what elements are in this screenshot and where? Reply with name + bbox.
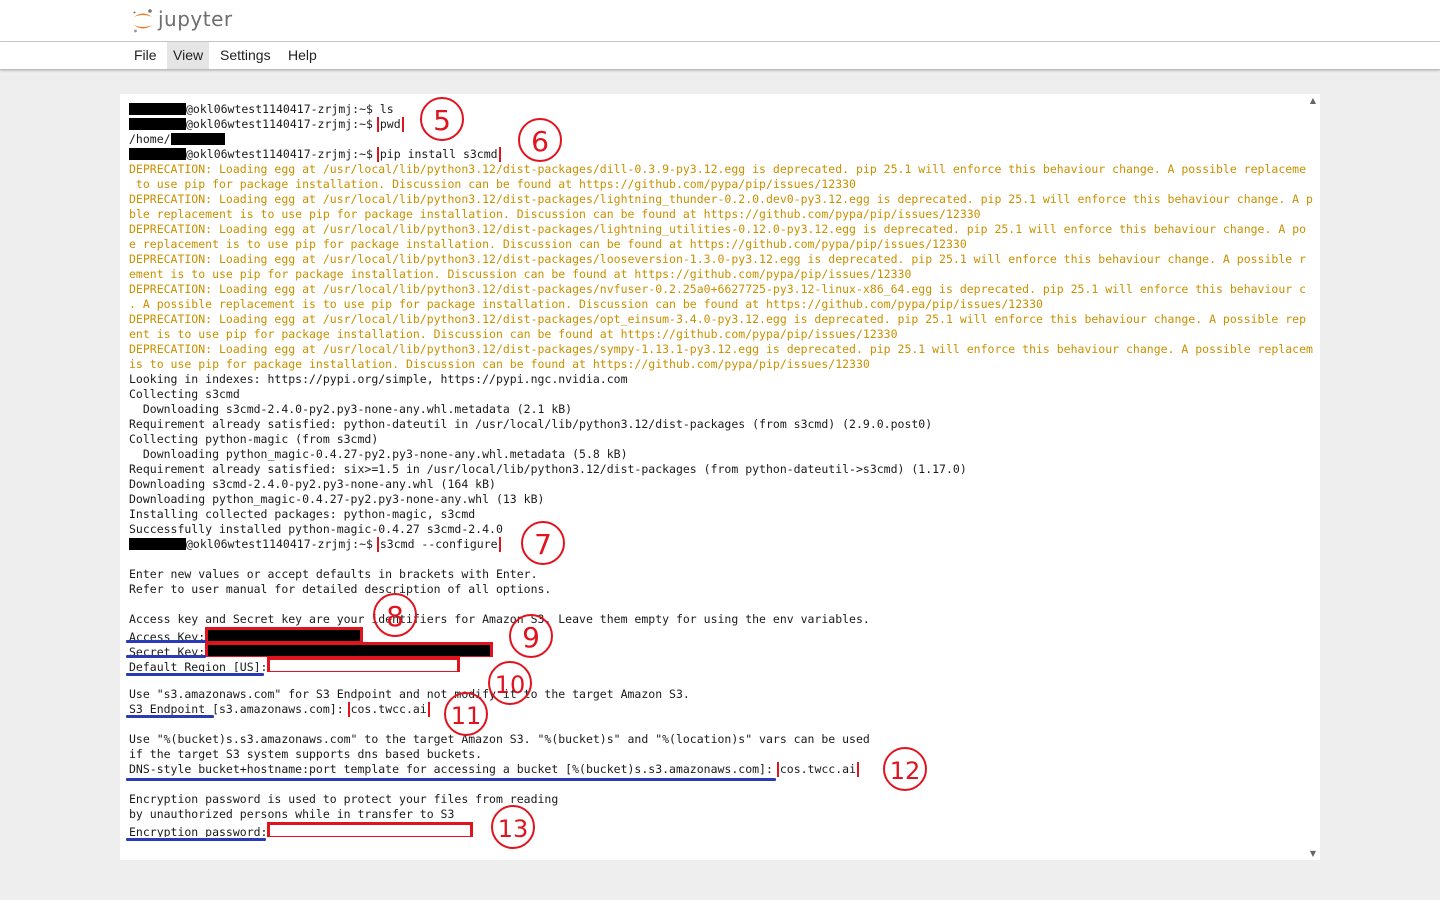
terminal-line: @okl06wtest1140417-zrjmj:~$ pip install … [129,147,1319,162]
output-line: Downloading python_magic-0.4.27-py2.py3-… [129,447,628,461]
deprecation-line: DEPRECATION: Loading egg at /usr/local/l… [129,312,1307,326]
endpoint-underline [126,715,214,718]
output-line: Downloading s3cmd-2.4.0-py2.py3-none-any… [129,402,573,416]
output-line: Collecting s3cmd [129,387,240,401]
output-line: Enter new values or accept defaults in b… [129,567,538,581]
annotation-10: 10 [488,661,532,705]
menu-help[interactable]: Help [282,42,323,69]
output-line: Use "%(bucket)s.s3.amazonaws.com" to the… [129,732,870,746]
deprecation-line: . A possible replacement is to use pip f… [129,297,1043,311]
terminal-line: S3 Endpoint [s3.amazonaws.com]: cos.twcc… [129,702,1319,717]
output-line: Requirement already satisfied: python-da… [129,417,933,431]
menu-file[interactable]: File [128,42,163,69]
deprecation-line: e replacement is to use pip for package … [129,237,967,251]
redacted-username [129,538,186,550]
output-line: Successfully installed python-magic-0.4.… [129,522,503,536]
output-line: Refer to user manual for detailed descri… [129,582,552,596]
dns-style-label: DNS-style bucket+hostname:port template … [129,762,773,776]
dns-underline [126,778,776,781]
terminal-line: @okl06wtest1140417-zrjmj:~$ s3cmd --conf… [129,537,1319,552]
menu-view[interactable]: View [167,42,210,69]
annotation-6: 6 [518,118,562,162]
endpoint-value-highlight: cos.twcc.ai [347,702,430,717]
annotation-7: 7 [521,521,565,565]
redacted-username [129,148,186,160]
deprecation-line: DEPRECATION: Loading egg at /usr/local/l… [129,162,1307,176]
deprecation-line: DEPRECATION: Loading egg at /usr/local/l… [129,222,1307,236]
annotation-12: 12 [883,747,927,791]
deprecation-line: is to use pip for package installation. … [129,357,870,371]
pip-command-highlight: pip install s3cmd [376,147,501,162]
terminal-output: @okl06wtest1140417-zrjmj:~$ ls @okl06wte… [129,102,1319,837]
annotation-8: 8 [373,593,417,637]
deprecation-line: ent is to use pip for package installati… [129,327,898,341]
deprecation-line: DEPRECATION: Loading egg at /usr/local/l… [129,192,1313,206]
output-line: Looking in indexes: https://pypi.org/sim… [129,372,628,386]
output-line: Access key and Secret key are your ident… [129,612,870,626]
terminal-line: Encryption password: [129,822,1319,837]
terminal-line: Default Region [US]: [129,657,1319,672]
terminal-line: @okl06wtest1140417-zrjmj:~$ pwd [129,117,1319,132]
annotation-13: 13 [491,805,535,849]
terminal-line: DNS-style bucket+hostname:port template … [129,762,1319,777]
access-key-underline [126,640,206,643]
annotation-11: 11 [444,692,488,736]
annotation-5: 5 [420,97,464,141]
output-line: Use "s3.amazonaws.com" for S3 Endpoint a… [129,687,690,701]
output-line: by unauthorized persons while in transfe… [129,807,455,821]
encryption-underline [126,838,266,841]
scroll-down-arrow-icon[interactable]: ▼ [1310,849,1316,858]
terminal-panel[interactable]: ▲ ▼ @okl06wtest1140417-zrjmj:~$ ls @okl0… [120,94,1320,860]
deprecation-line: to use pip for package installation. Dis… [129,177,856,191]
encryption-password-label: Encryption password: [129,825,268,837]
deprecation-line: DEPRECATION: Loading egg at /usr/local/l… [129,282,1307,296]
deprecation-line: ement is to use pip for package installa… [129,267,912,281]
output-line: Downloading python_magic-0.4.27-py2.py3-… [129,492,545,506]
deprecation-line: DEPRECATION: Loading egg at /usr/local/l… [129,342,1313,356]
terminal-line: Secret Key: [129,642,1319,657]
jupyter-logo-icon [133,9,152,33]
default-region-label: Default Region [US]: [129,660,268,672]
output-line: Downloading s3cmd-2.4.0-py2.py3-none-any… [129,477,496,491]
output-line: Installing collected packages: python-ma… [129,507,476,521]
menu-bar: File View Settings Help [0,42,1440,70]
access-key-redacted-box [205,627,364,642]
terminal-line: /home/ [129,132,1319,147]
output-line: Collecting python-magic (from s3cmd) [129,432,379,446]
region-underline [126,673,264,676]
s3-endpoint-label: S3 Endpoint [s3.amazonaws.com]: [129,702,344,716]
output-line: if the target S3 system supports dns bas… [129,747,483,761]
redacted-username [129,118,186,130]
secret-key-underline [126,655,206,658]
annotation-9: 9 [509,614,553,658]
redacted-username [129,103,186,115]
encryption-empty-box [267,822,474,837]
terminal-line: Access Key: [129,627,1319,642]
output-line: Encryption password is used to protect y… [129,792,559,806]
region-empty-box [267,657,461,672]
pwd-command-highlight: pwd [376,117,404,132]
deprecation-line: DEPRECATION: Loading egg at /usr/local/l… [129,252,1307,266]
terminal-line: @okl06wtest1140417-zrjmj:~$ ls [129,102,1319,117]
secret-key-redacted-box [205,642,494,657]
menu-settings[interactable]: Settings [214,42,277,69]
configure-command-highlight: s3cmd --configure [376,537,501,552]
dns-value-highlight: cos.twcc.ai [776,762,860,777]
top-bar: jupyter [0,0,1440,42]
app-title: jupyter [158,7,233,31]
output-line: Requirement already satisfied: six>=1.5 … [129,462,967,476]
deprecation-line: ble replacement is to use pip for packag… [129,207,981,221]
redacted-username [170,133,225,145]
